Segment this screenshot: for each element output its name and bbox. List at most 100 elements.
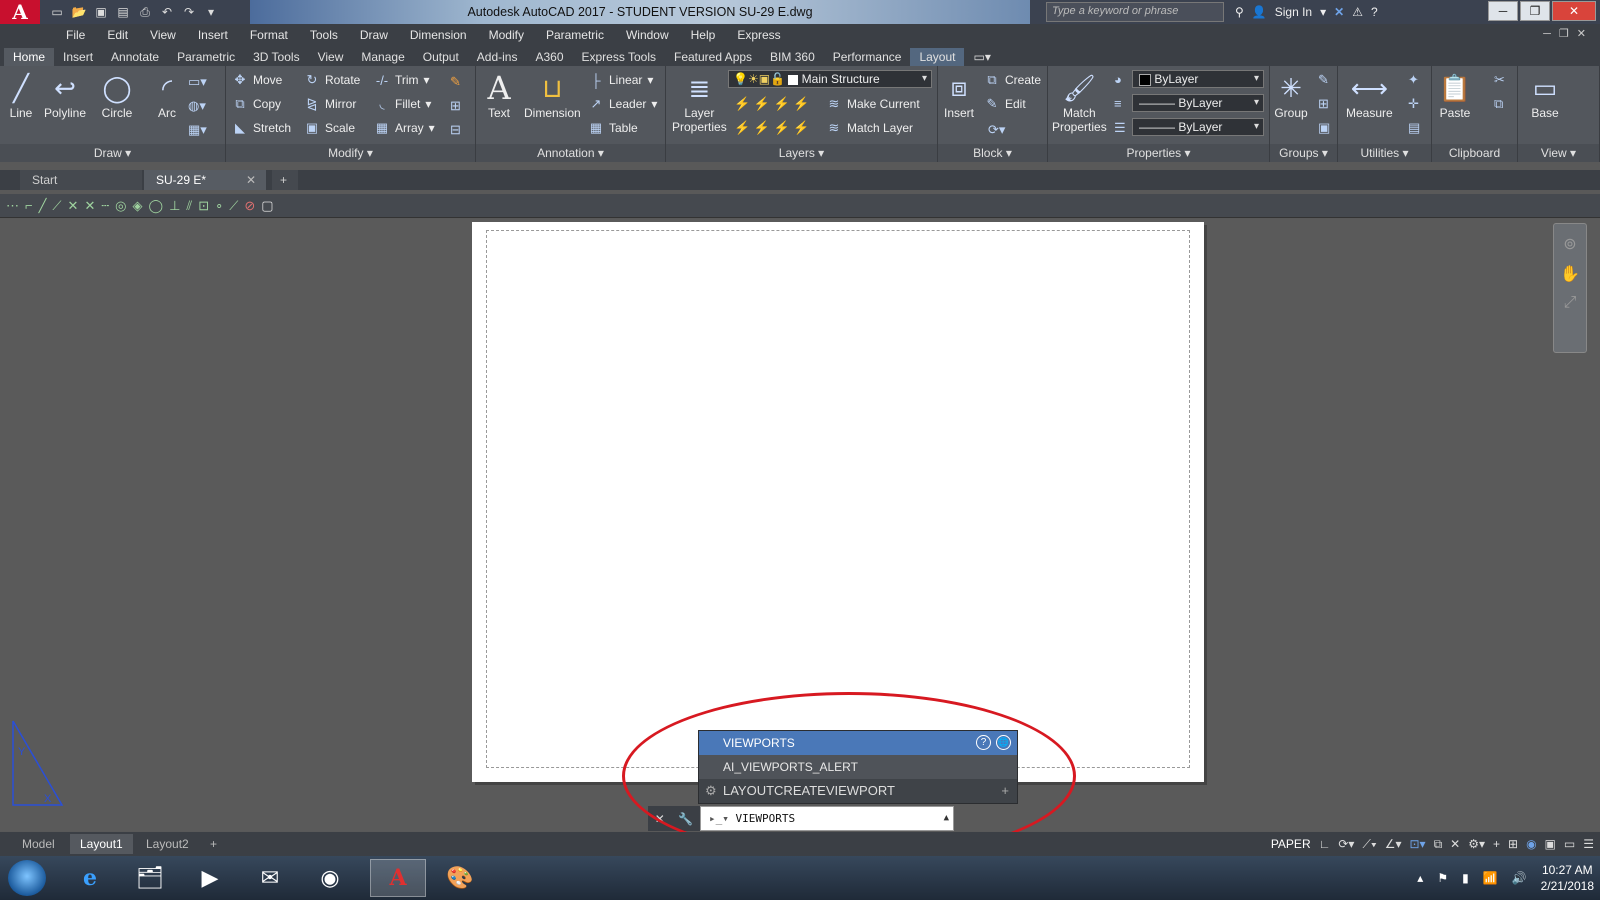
- signin-link[interactable]: Sign In: [1275, 5, 1312, 19]
- snap-midpoint-icon[interactable]: ⟋: [52, 198, 61, 214]
- temp-track-icon[interactable]: ⋯: [6, 198, 19, 214]
- document-window-controls[interactable]: ─❐✕: [1543, 27, 1594, 40]
- save-icon[interactable]: ▣: [92, 4, 110, 20]
- menu-edit[interactable]: Edit: [96, 28, 139, 42]
- copy-button[interactable]: ⧉ Copy: [232, 94, 281, 114]
- panel-title-view[interactable]: View ▾: [1518, 144, 1599, 162]
- make-current-button[interactable]: ≋ Make Current: [826, 94, 920, 114]
- search-online-icon[interactable]: 🌐: [996, 735, 1011, 750]
- tab-layout2[interactable]: Layout2: [136, 834, 199, 854]
- snap-tangent-icon[interactable]: ◯: [149, 198, 164, 214]
- paste-button[interactable]: 📋 Paste: [1438, 70, 1472, 121]
- linetype-dropdown[interactable]: ——— ByLayer: [1132, 118, 1264, 136]
- autocad-logo-icon[interactable]: A: [0, 0, 40, 24]
- quick-properties-icon[interactable]: ◉: [1526, 837, 1536, 851]
- object-snap-icon[interactable]: ⊡▾: [1409, 837, 1425, 851]
- tab-performance[interactable]: Performance: [824, 48, 911, 66]
- osnap-settings-icon[interactable]: ▢: [261, 198, 273, 214]
- exchange-icon[interactable]: ✕: [1334, 5, 1344, 19]
- clean-screen-icon[interactable]: ▭: [1564, 837, 1575, 851]
- stretch-button[interactable]: ◣ Stretch: [232, 118, 291, 138]
- tab-manage[interactable]: Manage: [352, 48, 413, 66]
- circle-button[interactable]: ◯ Circle: [100, 70, 134, 121]
- snap-none-icon[interactable]: ⊘: [244, 198, 255, 214]
- menu-format[interactable]: Format: [239, 28, 299, 42]
- calculator-icon[interactable]: ▤: [1408, 120, 1420, 136]
- new-file-icon[interactable]: ▭: [48, 4, 66, 20]
- snap-node-icon[interactable]: ∘: [215, 198, 223, 214]
- menu-tools[interactable]: Tools: [299, 28, 349, 42]
- snap-extension-icon[interactable]: ┄: [101, 198, 109, 214]
- tray-expand-icon[interactable]: ▴: [1417, 871, 1423, 885]
- snap-insert-icon[interactable]: ⊡: [198, 198, 209, 214]
- quick-select-icon[interactable]: ✦: [1408, 72, 1419, 88]
- menu-parametric[interactable]: Parametric: [535, 28, 615, 42]
- mail-icon[interactable]: ✉: [242, 859, 298, 897]
- annotation-scale-icon[interactable]: ✕: [1450, 837, 1460, 851]
- qat-dropdown-icon[interactable]: ▾: [202, 4, 220, 20]
- line-button[interactable]: ╱ Line: [4, 70, 38, 121]
- object-snap-tracking-icon[interactable]: ∠▾: [1385, 837, 1402, 851]
- customize-icon[interactable]: 🔧: [678, 812, 693, 826]
- tab-layout[interactable]: Layout: [910, 48, 965, 66]
- media-player-icon[interactable]: ▶: [182, 859, 238, 897]
- match-properties-button[interactable]: 🖌 Match Properties: [1052, 70, 1107, 135]
- snap-apparent-icon[interactable]: ✕: [84, 198, 95, 214]
- taskbar-clock[interactable]: 10:27 AM 2/21/2018: [1541, 862, 1594, 894]
- tab-a360[interactable]: A360: [526, 48, 572, 66]
- minimize-button[interactable]: ─: [1488, 1, 1518, 21]
- workspace-icon[interactable]: ⚙▾: [1468, 837, 1485, 851]
- layout-paper-sheet[interactable]: [472, 222, 1204, 782]
- transparency-icon[interactable]: ⧉: [1434, 837, 1443, 852]
- cut-icon[interactable]: ✂: [1494, 72, 1505, 88]
- create-block-button[interactable]: ⧉ Create: [984, 70, 1041, 90]
- fillet-button[interactable]: ◟ Fillet ▾: [374, 94, 431, 114]
- plot-icon[interactable]: ⎙: [136, 4, 154, 20]
- dimension-button[interactable]: ⊔ Dimension: [524, 70, 581, 121]
- space-toggle[interactable]: PAPER: [1271, 837, 1311, 851]
- internet-explorer-icon[interactable]: e: [62, 859, 118, 897]
- a360-icon[interactable]: ⚠: [1352, 5, 1363, 19]
- copy-clip-icon[interactable]: ⧉: [1494, 96, 1503, 112]
- action-center-icon[interactable]: ⚑: [1437, 871, 1448, 885]
- tab-model[interactable]: Model: [12, 834, 65, 854]
- boundary-icon[interactable]: ▦▾: [188, 122, 207, 138]
- panel-title-draw[interactable]: Draw ▾: [0, 144, 225, 162]
- ortho-icon[interactable]: ∟: [1319, 837, 1331, 851]
- steering-wheel-icon[interactable]: ⊚: [1554, 234, 1586, 254]
- redo-icon[interactable]: ↷: [180, 4, 198, 20]
- tab-insert[interactable]: Insert: [54, 48, 102, 66]
- lineweight-dropdown[interactable]: ——— ByLayer: [1132, 94, 1264, 112]
- menu-modify[interactable]: Modify: [478, 28, 535, 42]
- signin-dropdown-icon[interactable]: ▾: [1320, 5, 1326, 19]
- annotation-monitor-icon[interactable]: +: [1493, 837, 1500, 851]
- menu-file[interactable]: File: [55, 28, 96, 42]
- panel-title-utilities[interactable]: Utilities ▾: [1338, 144, 1431, 162]
- menu-window[interactable]: Window: [615, 28, 680, 42]
- tab-express-tools[interactable]: Express Tools: [573, 48, 665, 66]
- menu-express[interactable]: Express: [726, 28, 791, 42]
- tab-view[interactable]: View: [309, 48, 353, 66]
- group-select-icon[interactable]: ▣: [1318, 120, 1330, 136]
- snap-from-icon[interactable]: ⌐: [25, 198, 33, 213]
- file-explorer-icon[interactable]: 🗂: [122, 859, 178, 897]
- layer-tools-2-icon[interactable]: ⚡ ⚡ ⚡ ⚡: [734, 120, 810, 136]
- panel-title-annotation[interactable]: Annotation ▾: [476, 144, 665, 162]
- ribbon-toggle-icon[interactable]: ▭▾: [964, 48, 999, 66]
- menu-help[interactable]: Help: [680, 28, 727, 42]
- network-icon[interactable]: 📶: [1483, 871, 1498, 885]
- layer-tools-icon[interactable]: ⚡ ⚡ ⚡ ⚡: [734, 96, 810, 112]
- save-as-icon[interactable]: ▤: [114, 4, 132, 20]
- scale-button[interactable]: ▣ Scale: [304, 118, 355, 138]
- linear-button[interactable]: ├ Linear ▾: [588, 70, 653, 90]
- tab-layout1[interactable]: Layout1: [70, 834, 133, 854]
- command-history-icon[interactable]: ▲: [944, 807, 949, 830]
- rotate-button[interactable]: ↻ Rotate: [304, 70, 361, 90]
- autocad-taskbar-icon[interactable]: A: [370, 859, 426, 897]
- id-point-icon[interactable]: ✛: [1408, 96, 1419, 112]
- tab-output[interactable]: Output: [414, 48, 468, 66]
- tab-3d-tools[interactable]: 3D Tools: [244, 48, 308, 66]
- snap-perpendicular-icon[interactable]: ⊥: [169, 198, 180, 214]
- panel-title-properties[interactable]: Properties ▾: [1048, 144, 1269, 162]
- binoculars-icon[interactable]: ⚲: [1235, 5, 1244, 19]
